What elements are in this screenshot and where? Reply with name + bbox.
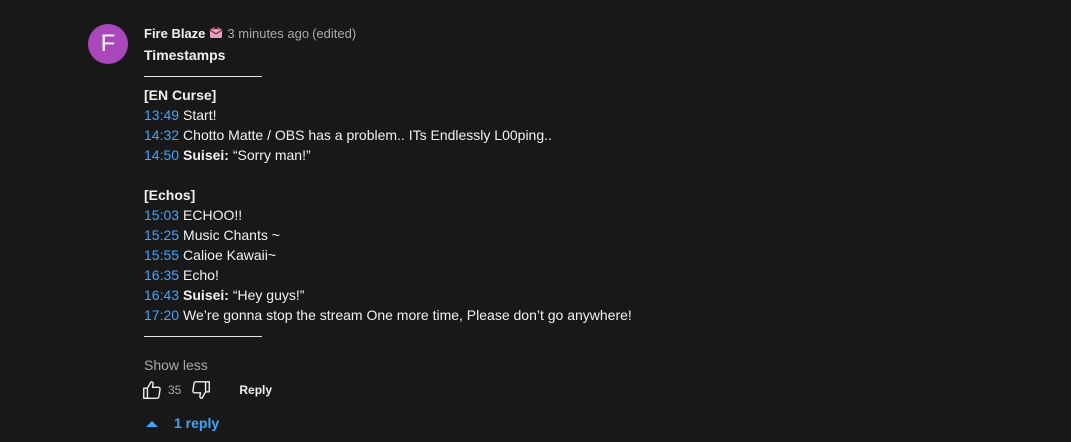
divider-line: ————————— <box>144 327 262 343</box>
comment-heading: Timestamps <box>144 47 226 63</box>
section-title: [Echos] <box>144 187 196 203</box>
thumbs-up-icon <box>143 381 161 399</box>
replies-count: 1 reply <box>174 415 220 431</box>
comment-actions: 35 Reply <box>140 378 272 402</box>
show-less-button[interactable]: Show less <box>144 355 1044 375</box>
timestamp-link[interactable]: 14:50 <box>144 147 179 163</box>
comment-thread: F Fire Blaze 3 minutes ago (edited) Time… <box>0 0 1071 442</box>
like-count: 35 <box>168 383 182 397</box>
timestamp-text: We’re gonna stop the stream One more tim… <box>183 307 632 323</box>
like-button[interactable] <box>140 378 164 402</box>
timestamp-text: “Sorry man!” <box>232 147 311 163</box>
timestamp-line: 15:25 Music Chants ~ <box>144 225 1044 245</box>
speaker-name: Suisei: <box>183 147 229 163</box>
timestamp-link[interactable]: 15:55 <box>144 247 179 263</box>
comment-body: Fire Blaze 3 minutes ago (edited) Timest… <box>144 24 1044 375</box>
timestamp-line: 13:49 Start! <box>144 105 1044 125</box>
timestamp-text: “Hey guys!” <box>232 287 305 303</box>
dislike-button[interactable] <box>189 378 213 402</box>
timestamp-line: 15:03 ECHOO!! <box>144 205 1044 225</box>
divider-line: ————————— <box>144 67 262 83</box>
reply-button[interactable]: Reply <box>239 383 272 397</box>
timestamp-line: 14:50 Suisei: “Sorry man!” <box>144 145 1044 165</box>
timestamp-text: Start! <box>183 107 217 123</box>
timestamp-link[interactable]: 15:03 <box>144 207 179 223</box>
timestamp-link[interactable]: 16:35 <box>144 267 179 283</box>
thumbs-down-icon <box>192 381 211 399</box>
timestamp-line: 15:55 Calioe Kawaii~ <box>144 245 1044 265</box>
timestamp-line: 14:32 Chotto Matte / OBS has a problem.. … <box>144 125 1044 145</box>
timestamp-text: Music Chants ~ <box>183 227 280 243</box>
timestamp-line: 16:43 Suisei: “Hey guys!” <box>144 285 1044 305</box>
timestamp-link[interactable]: 16:43 <box>144 287 179 303</box>
timestamp-text: ECHOO!! <box>183 207 243 223</box>
section-title: [EN Curse] <box>144 87 217 103</box>
timestamp-text: Chotto Matte / OBS has a problem.. ITs E… <box>183 127 552 143</box>
caret-up-icon <box>146 421 158 427</box>
avatar[interactable]: F <box>88 24 128 64</box>
comment-text: Timestamps ————————— [EN Curse] 13:49 Sta… <box>144 45 1044 345</box>
replies-toggle-button[interactable]: 1 reply <box>146 412 219 434</box>
author-name[interactable]: Fire Blaze <box>144 26 205 41</box>
comment-timestamp[interactable]: 3 minutes ago <box>227 26 309 41</box>
timestamp-link[interactable]: 17:20 <box>144 307 179 323</box>
timestamp-line: 17:20 We’re gonna stop the stream One mor… <box>144 305 1044 325</box>
timestamp-text: Echo! <box>183 267 219 283</box>
speaker-name: Suisei: <box>183 287 229 303</box>
timestamp-link[interactable]: 14:32 <box>144 127 179 143</box>
member-badge-icon <box>209 27 223 39</box>
timestamp-text: Calioe Kawaii~ <box>183 247 277 263</box>
timestamp-link[interactable]: 15:25 <box>144 227 179 243</box>
comment-header: Fire Blaze 3 minutes ago (edited) <box>144 24 1044 42</box>
edited-label: (edited) <box>312 25 357 41</box>
timestamp-line: 16:35 Echo! <box>144 265 1044 285</box>
timestamp-link[interactable]: 13:49 <box>144 107 179 123</box>
